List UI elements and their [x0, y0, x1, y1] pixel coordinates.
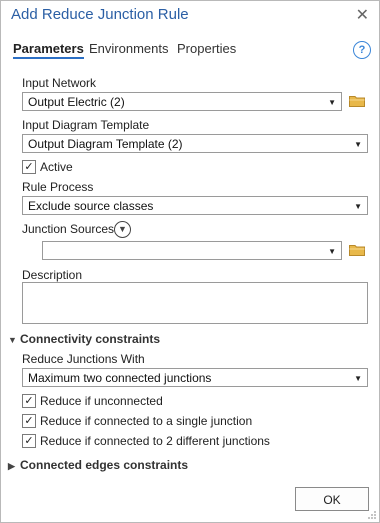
- reduce-junctions-with-label: Reduce Junctions With: [22, 352, 145, 366]
- close-icon[interactable]: ✕: [356, 5, 369, 25]
- input-diagram-template-value: Output Diagram Template (2): [28, 137, 183, 151]
- connectivity-constraints-header[interactable]: ▼ Connectivity constraints: [8, 332, 160, 346]
- chevron-circle-down-icon[interactable]: ▼: [114, 221, 131, 238]
- chevron-down-icon: ▼: [328, 98, 336, 107]
- description-label: Description: [22, 268, 83, 282]
- reduce-if-single-junction-checkbox[interactable]: ✓: [22, 414, 36, 428]
- help-icon[interactable]: ?: [353, 41, 371, 59]
- connectivity-constraints-title: Connectivity constraints: [20, 332, 161, 346]
- description-textarea[interactable]: [22, 282, 368, 324]
- resize-grip-icon[interactable]: [367, 510, 377, 520]
- reduce-if-single-junction-label: Reduce if connected to a single junction: [40, 414, 253, 428]
- input-diagram-template-label: Input Diagram Template: [22, 118, 150, 132]
- reduce-if-unconnected-label: Reduce if unconnected: [40, 394, 163, 408]
- reduce-if-unconnected-checkbox[interactable]: ✓: [22, 394, 36, 408]
- chevron-down-icon: ▼: [8, 335, 17, 345]
- reduce-junctions-with-select[interactable]: Maximum two connected junctions ▼: [22, 368, 368, 387]
- connected-edges-constraints-title: Connected edges constraints: [20, 458, 189, 472]
- input-network-select[interactable]: Output Electric (2) ▼: [22, 92, 342, 111]
- junction-sources-select[interactable]: ▼: [42, 241, 342, 260]
- junction-sources-label: Junction Sources: [22, 222, 115, 236]
- folder-icon[interactable]: [349, 244, 365, 256]
- dialog-title: Add Reduce Junction Rule: [11, 6, 189, 23]
- reduce-if-two-junctions-checkbox[interactable]: ✓: [22, 434, 36, 448]
- chevron-right-icon: ▶: [8, 461, 15, 471]
- active-checkbox[interactable]: ✓: [22, 160, 36, 174]
- tab-environments[interactable]: Environments: [89, 41, 168, 56]
- reduce-junctions-with-value: Maximum two connected junctions: [28, 371, 212, 385]
- input-network-label: Input Network: [22, 76, 97, 90]
- chevron-down-icon: ▼: [354, 202, 362, 211]
- rule-process-select[interactable]: Exclude source classes ▼: [22, 196, 368, 215]
- chevron-down-icon: ▼: [328, 247, 336, 256]
- tab-properties[interactable]: Properties: [177, 41, 236, 56]
- title-bar: Add Reduce Junction Rule ✕: [1, 1, 379, 29]
- chevron-down-icon: ▼: [354, 140, 362, 149]
- dialog-window: Add Reduce Junction Rule ✕ Parameters En…: [0, 0, 380, 523]
- rule-process-value: Exclude source classes: [28, 199, 154, 213]
- reduce-if-two-junctions-label: Reduce if connected to 2 different junct…: [40, 434, 270, 448]
- input-network-value: Output Electric (2): [28, 95, 125, 109]
- active-label: Active: [40, 160, 73, 174]
- folder-icon[interactable]: [349, 95, 365, 107]
- ok-button[interactable]: OK: [295, 487, 369, 511]
- rule-process-label: Rule Process: [22, 180, 94, 194]
- chevron-down-icon: ▼: [354, 374, 362, 383]
- input-diagram-template-select[interactable]: Output Diagram Template (2) ▼: [22, 134, 368, 153]
- tab-parameters[interactable]: Parameters: [13, 41, 84, 59]
- connected-edges-constraints-header[interactable]: ▶ Connected edges constraints: [8, 458, 188, 472]
